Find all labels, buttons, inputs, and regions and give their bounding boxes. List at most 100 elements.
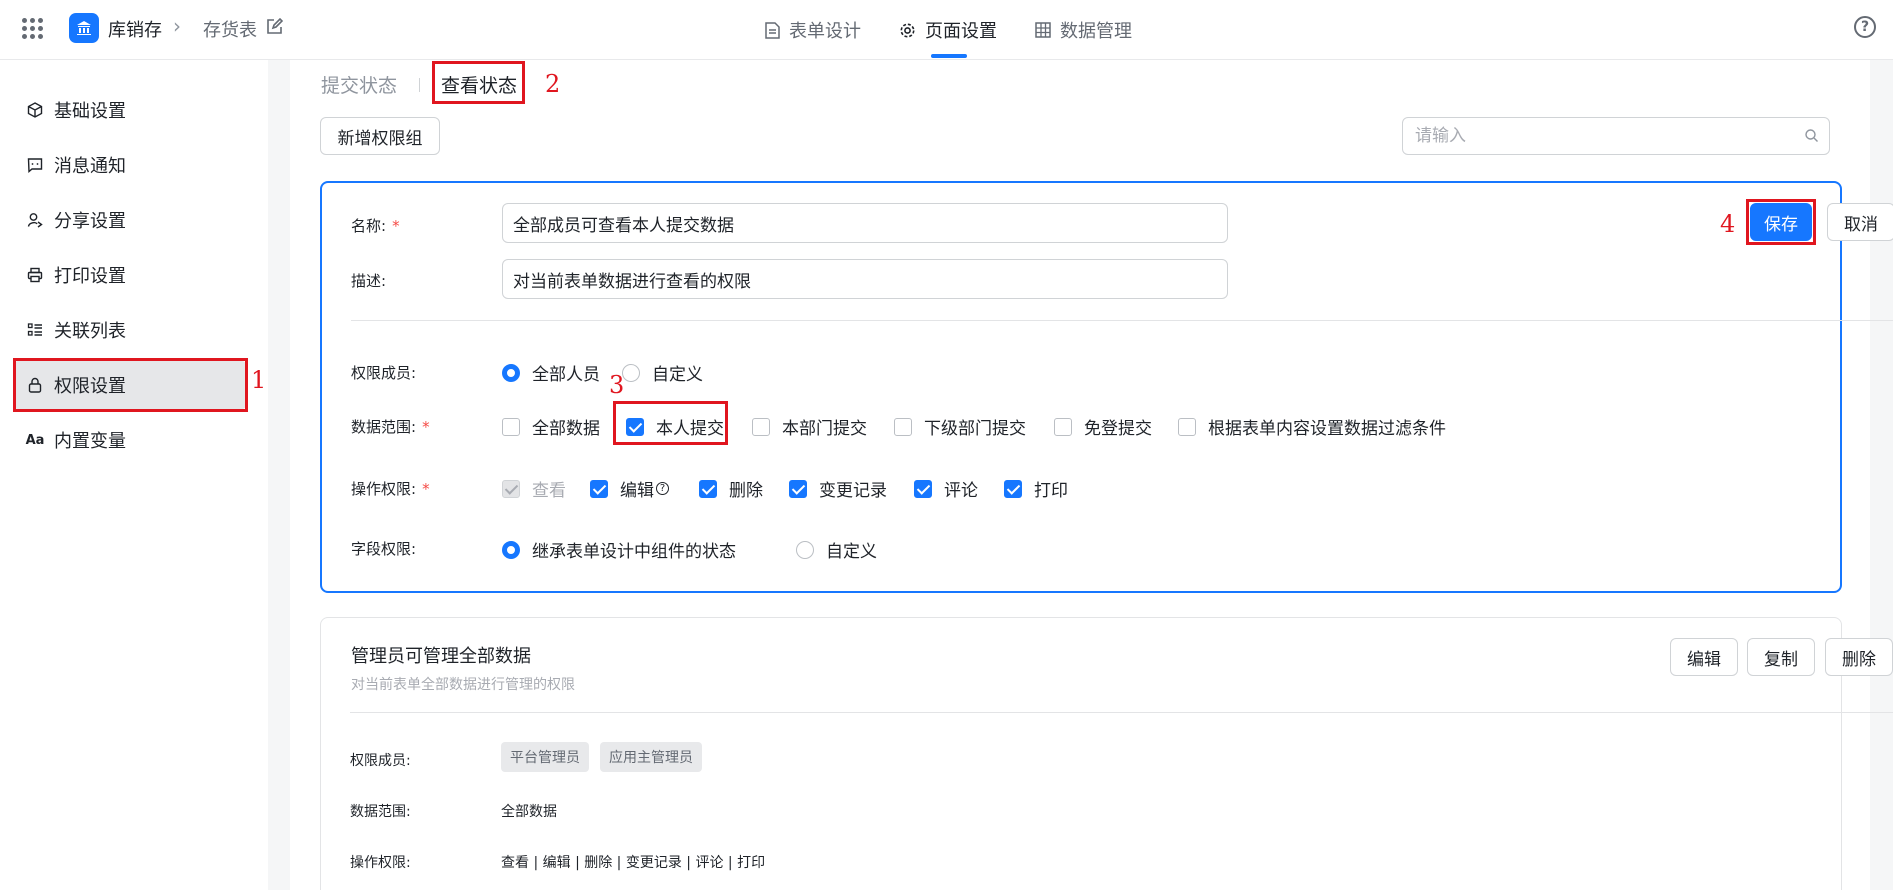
sidebar-item-share-settings[interactable]: 分享设置 [14, 196, 246, 244]
app-logo-icon [69, 13, 99, 43]
sidebar-item-basic-settings[interactable]: 基础设置 [14, 86, 246, 134]
scope-option-filter-conditions[interactable]: 根据表单内容设置数据过滤条件 [1178, 414, 1446, 439]
tab-label: 数据管理 [1060, 21, 1132, 42]
radio-selected[interactable] [502, 363, 520, 382]
ops-option-edit[interactable]: 编辑? [590, 476, 669, 501]
field-permissions-label: 字段权限: [351, 540, 417, 558]
member-tag: 平台管理员 [501, 742, 589, 772]
operation-permissions-value: 查看 | 编辑 | 删除 | 变更记录 | 评论 | 打印 [501, 855, 766, 871]
sidebar: 基础设置 消息通知 分享设置 打印设置 关联列表 权限设置 Aa 内置变量 1 [0, 60, 268, 890]
sidebar-item-label: 基础设置 [54, 101, 126, 122]
sidebar-item-label: 内置变量 [54, 431, 126, 452]
checkbox-checked[interactable] [789, 479, 807, 498]
radio-unselected[interactable] [622, 363, 640, 382]
members-label: 权限成员: [350, 753, 411, 769]
add-permission-group-button[interactable]: 新增权限组 [320, 117, 440, 155]
radio-unselected[interactable] [796, 540, 814, 559]
ops-option-view: 查看 [502, 476, 566, 501]
checkbox-unchecked[interactable] [1178, 417, 1196, 436]
gear-icon [900, 23, 915, 37]
checkbox-unchecked[interactable] [752, 417, 770, 436]
scope-option-sub-department-submissions[interactable]: 下级部门提交 [894, 414, 1026, 439]
top-tabs: 表单设计 页面设置 数据管理 [765, 0, 1170, 60]
sidebar-item-label: 关联列表 [54, 321, 126, 342]
help-icon[interactable]: ? [1854, 16, 1876, 38]
edit-button[interactable]: 编辑 [1670, 638, 1738, 676]
description-field[interactable]: 对当前表单数据进行查看的权限 [502, 259, 1228, 299]
text-aa-icon: Aa [25, 432, 45, 448]
checkbox-unchecked[interactable] [1054, 417, 1072, 436]
copy-button[interactable]: 复制 [1747, 638, 1815, 676]
sidebar-item-notifications[interactable]: 消息通知 [14, 141, 246, 189]
document-icon [765, 21, 780, 39]
scope-option-all-data[interactable]: 全部数据 [502, 414, 600, 439]
annotation-number-2: 2 [545, 70, 561, 98]
sidebar-item-print-settings[interactable]: 打印设置 [14, 251, 246, 299]
annotation-box-2 [432, 61, 525, 104]
scope-option-department-submissions[interactable]: 本部门提交 [752, 414, 867, 439]
tab-label: 页面设置 [925, 21, 997, 42]
checkbox-unchecked[interactable] [894, 417, 912, 436]
annotation-box-3 [613, 401, 728, 445]
search-icon[interactable] [1804, 128, 1819, 148]
field-option-inherit[interactable]: 继承表单设计中组件的状态 [502, 537, 736, 562]
ops-option-comment[interactable]: 评论 [914, 476, 978, 501]
app-name[interactable]: 库销存 [108, 16, 162, 42]
checkbox-checked[interactable] [914, 479, 932, 498]
sidebar-item-related-list[interactable]: 关联列表 [14, 306, 246, 354]
member-tag: 应用主管理员 [600, 742, 702, 772]
annotation-box-4 [1746, 199, 1816, 245]
checkbox-unchecked[interactable] [502, 417, 520, 436]
checkbox-checked-disabled [502, 479, 520, 498]
app-grid-icon[interactable] [22, 18, 44, 40]
scope-option-anonymous-submissions[interactable]: 免登提交 [1054, 414, 1152, 439]
tab-form-design[interactable]: 表单设计 [765, 0, 861, 60]
sidebar-item-label: 打印设置 [54, 266, 126, 287]
members-option-custom[interactable]: 自定义 [622, 360, 703, 385]
tab-page-settings[interactable]: 页面设置 [899, 0, 997, 60]
checkbox-checked[interactable] [590, 479, 608, 498]
permission-group-card: 管理员可管理全部数据 对当前表单全部数据进行管理的权限 编辑 复制 删除 权限成… [320, 617, 1893, 890]
printer-icon [26, 266, 44, 284]
field-option-custom[interactable]: 自定义 [796, 537, 877, 562]
annotation-number-1: 1 [251, 366, 267, 394]
radio-selected[interactable] [502, 540, 520, 559]
members-label: 权限成员: [351, 364, 417, 382]
annotation-box-1 [13, 358, 248, 412]
operation-permissions-label: 操作权限: [350, 855, 411, 871]
data-scope-label: 数据范围: [350, 804, 411, 820]
checkbox-checked[interactable] [1004, 479, 1022, 498]
subtab-divider [419, 78, 420, 92]
sidebar-item-label: 分享设置 [54, 211, 126, 232]
ops-option-delete[interactable]: 删除 [699, 476, 763, 501]
breadcrumb-separator-icon: › [173, 14, 181, 38]
permission-group-edit-card: 名称: * 全部成员可查看本人提交数据 描述: 对当前表单数据进行查看的权限 保存… [320, 181, 1893, 593]
data-scope-label: 数据范围: * [351, 418, 430, 436]
search-input[interactable] [1403, 118, 1783, 154]
data-scope-value: 全部数据 [501, 804, 557, 820]
help-circle-icon[interactable]: ? [656, 482, 669, 495]
ops-option-print[interactable]: 打印 [1004, 476, 1068, 501]
subtab-submit-status[interactable]: 提交状态 [321, 71, 397, 98]
cube-icon [26, 101, 44, 119]
members-option-all[interactable]: 全部人员 [502, 360, 600, 385]
permission-group-title: 管理员可管理全部数据 [351, 646, 531, 667]
ops-option-change-log[interactable]: 变更记录 [789, 476, 887, 501]
edit-name-icon[interactable] [266, 17, 284, 40]
permission-group-description: 对当前表单全部数据进行管理的权限 [351, 677, 575, 693]
annotation-number-4: 4 [1720, 210, 1736, 238]
divider [351, 320, 1893, 321]
list-icon [26, 321, 44, 339]
delete-button[interactable]: 删除 [1825, 638, 1893, 676]
checkbox-checked[interactable] [699, 479, 717, 498]
name-field[interactable]: 全部成员可查看本人提交数据 [502, 203, 1228, 243]
operation-permissions-label: 操作权限: * [351, 480, 430, 498]
sidebar-item-builtin-variables[interactable]: Aa 内置变量 [14, 416, 246, 464]
tab-label: 表单设计 [789, 21, 861, 42]
description-label: 描述: [351, 272, 387, 290]
divider [350, 712, 1893, 713]
main-panel: 提交状态 查看状态 2 新增权限组 名称:* 全部成员可查看本人提交数据 描述:… [290, 60, 1893, 890]
tab-data-management[interactable]: 数据管理 [1035, 0, 1132, 60]
cancel-button[interactable]: 取消 [1827, 203, 1893, 241]
breadcrumb-page-name: 存货表 [203, 20, 257, 41]
